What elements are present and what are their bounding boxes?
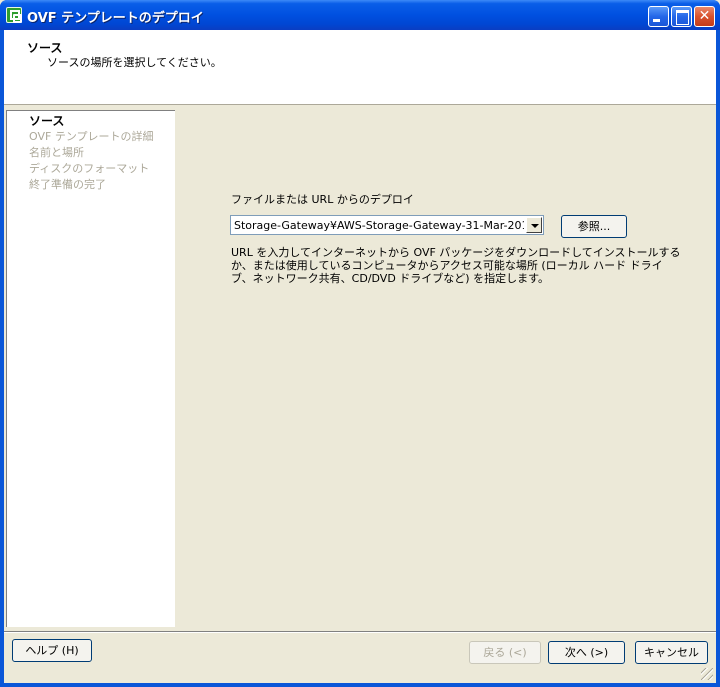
dialog-client-area: ソース ソースの場所を選択してください。 ソース OVF テンプレートの詳細 名…	[4, 30, 716, 683]
step-ovf-details: OVF テンプレートの詳細	[29, 130, 154, 143]
help-button[interactable]: ヘルプ (H)	[12, 639, 92, 662]
chevron-down-icon[interactable]	[526, 217, 542, 233]
cancel-button[interactable]: キャンセル	[635, 641, 708, 664]
dialog-window: OVF テンプレートのデプロイ ✕ ソース ソースの場所を選択してください。 ソ…	[0, 0, 720, 687]
step-disk-format: ディスクのフォーマット	[29, 162, 150, 175]
description-line: ブ、ネットワーク共有、CD/DVD ドライブなど) を指定します。	[231, 272, 549, 285]
description-line: か、または使用しているコンピュータからアクセス可能な場所 (ローカル ハード ド…	[231, 259, 663, 272]
browse-button[interactable]: 参照...	[561, 215, 627, 238]
minimize-button[interactable]	[648, 6, 669, 27]
wizard-steps-sidebar: ソース OVF テンプレートの詳細 名前と場所 ディスクのフォーマット 終了準備…	[6, 110, 175, 627]
close-icon: ✕	[698, 8, 711, 24]
back-button[interactable]: 戻る (<)	[469, 641, 541, 664]
step-source[interactable]: ソース	[29, 112, 64, 129]
resize-grip-icon[interactable]	[701, 668, 713, 680]
deploy-source-label: ファイルまたは URL からのデプロイ	[231, 193, 414, 206]
description-line: URL を入力してインターネットから OVF パッケージをダウンロードしてインス…	[231, 246, 681, 259]
page-subtitle: ソースの場所を選択してください。	[47, 56, 222, 69]
close-button[interactable]: ✕	[694, 6, 715, 27]
next-button[interactable]: 次へ (>)	[548, 641, 625, 664]
step-name-location: 名前と場所	[29, 146, 84, 159]
maximize-button[interactable]	[671, 6, 692, 27]
window-title: OVF テンプレートのデプロイ	[27, 11, 204, 26]
footer-divider	[4, 631, 716, 633]
step-ready-to-complete: 終了準備の完了	[29, 178, 106, 191]
source-path-value[interactable]: Storage-Gateway¥AWS-Storage-Gateway-31-M…	[234, 219, 524, 232]
source-path-combobox[interactable]: Storage-Gateway¥AWS-Storage-Gateway-31-M…	[230, 215, 544, 235]
ovf-deploy-icon	[6, 7, 22, 23]
source-description: URL を入力してインターネットから OVF パッケージをダウンロードしてインス…	[231, 246, 681, 285]
wizard-header: ソース ソースの場所を選択してください。	[4, 30, 716, 105]
title-bar[interactable]: OVF テンプレートのデプロイ ✕	[0, 0, 720, 30]
